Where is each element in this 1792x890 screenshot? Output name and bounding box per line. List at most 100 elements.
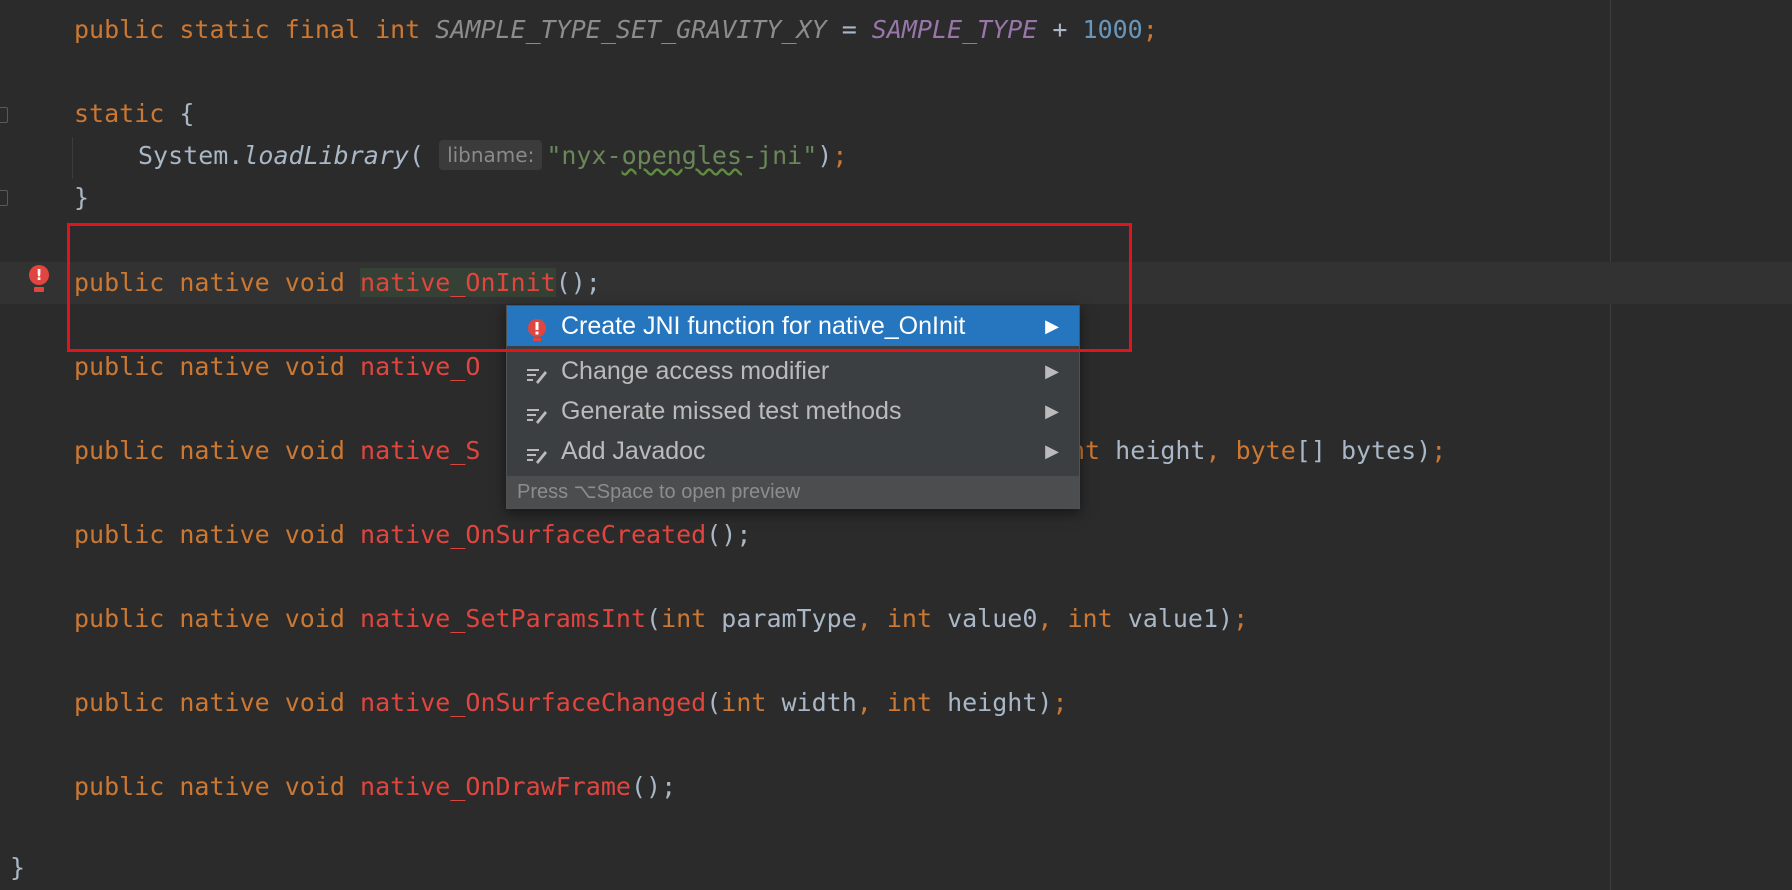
intention-actions-popup[interactable]: Create JNI function for native_OnInit ▶ …: [506, 305, 1080, 509]
operator: +: [1037, 15, 1083, 44]
keyword: static: [179, 15, 270, 44]
submenu-arrow-icon: ▶: [1045, 441, 1059, 461]
number-literal: 1000: [1082, 15, 1143, 44]
code-line-on-init[interactable]: public native void native_OnInit();: [74, 262, 601, 304]
comma: ,: [1037, 604, 1068, 633]
code-line-static-close[interactable]: }: [74, 177, 89, 219]
unresolved-native-method[interactable]: native_OnDrawFrame: [360, 772, 631, 801]
parameter-name: value0: [932, 604, 1038, 633]
keyword: final: [284, 15, 361, 44]
unresolved-native-method[interactable]: native_S: [360, 436, 480, 465]
paren: ();: [555, 268, 601, 297]
paren: (: [706, 688, 722, 717]
comma: ,: [1205, 436, 1236, 465]
code-line-set-params-int[interactable]: public native void native_SetParamsInt(i…: [74, 598, 1248, 640]
code-line-on-surface-changed[interactable]: public native void native_OnSurfaceChang…: [74, 682, 1068, 724]
keyword: native: [179, 268, 270, 297]
class-closing-brace: }: [10, 853, 26, 882]
keyword: public: [74, 604, 165, 633]
keyword: void: [284, 604, 345, 633]
menu-item-label: Create JNI function for native_OnInit: [561, 312, 966, 340]
keyword: public: [74, 352, 165, 381]
unresolved-native-method[interactable]: native_SetParamsInt: [360, 604, 646, 633]
parameter-name: paramType: [706, 604, 857, 633]
semicolon: ;: [832, 141, 848, 170]
keyword: void: [284, 268, 345, 297]
keyword: public: [74, 688, 165, 717]
menu-item-create-jni-function[interactable]: Create JNI function for native_OnInit ▶: [507, 306, 1079, 346]
right-margin-guide: [1610, 0, 1611, 890]
paren: (: [408, 141, 424, 170]
edit-intention-icon: [525, 359, 549, 384]
keyword: static: [74, 99, 165, 128]
keyword: void: [284, 688, 345, 717]
paren: ): [1218, 604, 1234, 633]
keyword: byte: [1235, 436, 1296, 465]
keyword: native: [179, 688, 270, 717]
menu-item-label: Change access modifier: [561, 357, 830, 385]
keyword: int: [886, 688, 933, 717]
fold-icon[interactable]: [0, 107, 8, 123]
paren: ): [817, 141, 833, 170]
semicolon: ;: [1431, 436, 1447, 465]
submenu-arrow-icon: ▶: [1045, 401, 1059, 421]
unresolved-native-method[interactable]: native_OnSurfaceCreated: [360, 520, 706, 549]
code-line-on-surface-created[interactable]: public native void native_OnSurfaceCreat…: [74, 514, 751, 556]
semicolon: ;: [1142, 15, 1158, 44]
method-call: loadLibrary: [243, 141, 409, 170]
unresolved-native-method[interactable]: native_OnInit: [360, 268, 556, 297]
keyword: native: [179, 772, 270, 801]
string-literal: "nyx-: [546, 141, 622, 170]
comma: ,: [856, 688, 887, 717]
fold-icon[interactable]: [0, 190, 8, 206]
constant-reference: SAMPLE_TYPE: [871, 15, 1038, 44]
code-line-constant[interactable]: public static final int SAMPLE_TYPE_SET_…: [74, 9, 1158, 51]
keyword: native: [179, 520, 270, 549]
parameter-hint: libname:: [439, 140, 543, 170]
code-line-static[interactable]: static {: [74, 93, 194, 135]
code-line-load-library[interactable]: System.loadLibrary( libname: "nyx-opengle…: [138, 135, 847, 177]
class-reference: System.: [138, 141, 244, 170]
code-line-native-s[interactable]: public native void native_S: [74, 430, 480, 472]
keyword: public: [74, 520, 165, 549]
parameter-name: width: [766, 688, 857, 717]
keyword: native: [179, 604, 270, 633]
string-literal: -jni": [742, 141, 818, 170]
menu-item-add-javadoc[interactable]: Add Javadoc ▶: [507, 431, 1079, 471]
paren: ();: [630, 772, 677, 801]
keyword: int: [661, 604, 707, 633]
menu-item-change-access-modifier[interactable]: Change access modifier ▶: [507, 351, 1079, 391]
semicolon: ;: [1052, 688, 1068, 717]
error-bulb-icon[interactable]: !: [28, 265, 50, 295]
code-editor[interactable]: public static final int SAMPLE_TYPE_SET_…: [0, 0, 1792, 890]
keyword: void: [284, 352, 345, 381]
code-line-native-o[interactable]: public native void native_O: [74, 346, 480, 388]
keyword: void: [284, 436, 345, 465]
spelling-squiggle: opengles: [621, 141, 743, 170]
keyword: int: [375, 15, 421, 44]
code-line-on-draw-frame[interactable]: public native void native_OnDrawFrame();: [74, 766, 676, 808]
submenu-arrow-icon: ▶: [1045, 316, 1059, 336]
parameter-name: value1: [1112, 604, 1218, 633]
code-line-native-s-tail[interactable]: nt height, byte[] bytes);: [1070, 430, 1446, 472]
keyword: int: [721, 688, 767, 717]
comma: ,: [856, 604, 887, 633]
semicolon: ;: [1233, 604, 1249, 633]
paren: (: [646, 604, 662, 633]
unresolved-native-method[interactable]: native_OnSurfaceChanged: [360, 688, 706, 717]
submenu-arrow-icon: ▶: [1045, 361, 1059, 381]
paren: ): [1037, 688, 1053, 717]
keyword: public: [74, 15, 165, 44]
menu-item-generate-missed-test-methods[interactable]: Generate missed test methods ▶: [507, 391, 1079, 431]
brace: {: [164, 99, 195, 128]
keyword: public: [74, 268, 165, 297]
unresolved-native-method[interactable]: native_O: [360, 352, 480, 381]
constant-name: SAMPLE_TYPE_SET_GRAVITY_XY: [435, 15, 827, 44]
menu-item-label: Add Javadoc: [561, 437, 706, 465]
keyword: native: [179, 436, 270, 465]
keyword: public: [74, 436, 165, 465]
keyword: void: [284, 520, 345, 549]
menu-item-label: Generate missed test methods: [561, 397, 902, 425]
keyword: native: [179, 352, 270, 381]
keyword: void: [284, 772, 345, 801]
